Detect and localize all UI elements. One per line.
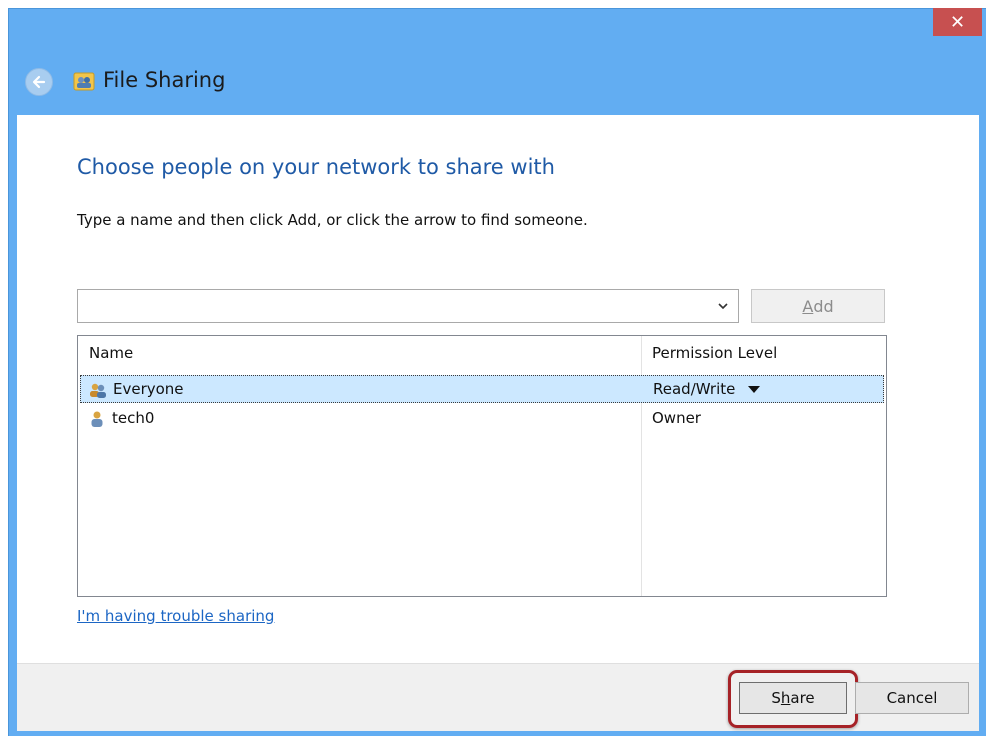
back-arrow-icon (32, 75, 46, 89)
user-icon (91, 411, 103, 427)
permission-value: Read/Write (653, 380, 736, 398)
permission-value: Owner (652, 409, 701, 427)
file-sharing-window: ✕ File Sharing Choose people on your net… (8, 8, 986, 736)
title-bar: File Sharing (9, 65, 986, 101)
column-header-name[interactable]: Name (89, 336, 133, 370)
dialog-footer: Sh are Cancel (17, 663, 979, 731)
window-title: File Sharing (103, 68, 226, 92)
row-name: tech0 (112, 409, 155, 427)
share-highlight-ring (728, 670, 858, 728)
share-list[interactable]: Name Permission Level Everyone Read/Writ… (77, 335, 887, 597)
close-icon: ✕ (949, 11, 966, 33)
column-header-permission[interactable]: Permission Level (652, 336, 777, 370)
group-icon (90, 383, 106, 398)
caret-down-icon (748, 385, 761, 393)
row-name: Everyone (113, 380, 184, 398)
cancel-button[interactable]: Cancel (855, 682, 969, 714)
page-title: Choose people on your network to share w… (77, 155, 555, 179)
add-button-mnemonic: A (802, 296, 814, 316)
dialog-content: Choose people on your network to share w… (17, 115, 979, 663)
permission-dropdown[interactable]: Read/Write (653, 380, 761, 398)
list-row-everyone[interactable]: Everyone Read/Write (80, 375, 884, 403)
chevron-down-icon[interactable] (716, 299, 730, 313)
back-button[interactable] (25, 68, 53, 96)
add-button[interactable]: Add (751, 289, 885, 323)
name-combobox[interactable] (77, 289, 739, 323)
trouble-sharing-link[interactable]: I'm having trouble sharing (77, 607, 274, 625)
name-input[interactable] (80, 292, 704, 320)
list-row-tech0[interactable]: tech0 Owner (80, 405, 884, 433)
file-sharing-icon (73, 72, 95, 91)
instructions-text: Type a name and then click Add, or click… (77, 211, 588, 229)
close-button[interactable]: ✕ (933, 8, 982, 36)
add-button-label: dd (813, 296, 834, 316)
